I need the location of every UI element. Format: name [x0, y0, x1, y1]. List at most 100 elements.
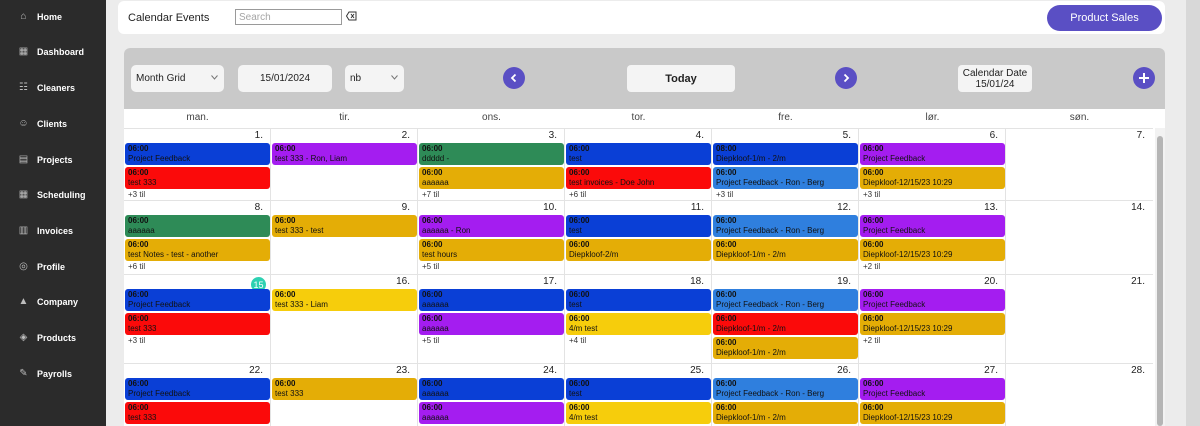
more-events-link[interactable]: +4 til — [569, 336, 586, 345]
calendar-event[interactable]: 06:00 test 333 — [272, 378, 417, 400]
calendar-event[interactable]: 08:00 Diepkloof-1/m - 2/m — [713, 143, 858, 165]
event-title: Diepkloof-1/m - 2/m — [716, 154, 786, 163]
day-cell[interactable] — [1006, 274, 1152, 363]
event-time: 06:00 — [863, 240, 884, 249]
calendar-event[interactable]: 06:00 test 333 — [125, 167, 270, 189]
calendar-event[interactable]: 06:00 test hours — [419, 239, 564, 261]
more-events-link[interactable]: +5 til — [422, 336, 439, 345]
calendar-event[interactable]: 06:00 Diepkloof-1/m - 2/m — [713, 239, 858, 261]
calendar-event[interactable]: 06:00 aaaaaa — [419, 313, 564, 335]
nav-item-projects[interactable]: ▤ Projects — [0, 148, 106, 172]
calendar-event[interactable]: 06:00 Diepkloof-12/15/23 10:29 — [860, 239, 1005, 261]
calendar-event[interactable]: 06:00 Project Feedback — [860, 289, 1005, 311]
more-events-link[interactable]: +2 til — [863, 262, 880, 271]
calendar-event[interactable]: 06:00 Project Feedback — [125, 378, 270, 400]
calendar-event[interactable]: 06:00 Project Feedback - Ron - Berg — [713, 167, 858, 189]
calendar-event[interactable]: 06:00 test — [566, 215, 711, 237]
more-events-link[interactable]: +3 til — [716, 190, 733, 199]
event-title: test 333 — [275, 389, 304, 398]
more-events-link[interactable]: +5 til — [422, 262, 439, 271]
day-cell[interactable] — [271, 274, 417, 363]
calendar-event[interactable]: 06:00 Diepkloof-1/m - 2/m — [713, 337, 858, 359]
event-time: 06:00 — [569, 240, 590, 249]
calendar-event[interactable]: 06:00 test 333 - test — [272, 215, 417, 237]
nav-item-company[interactable]: ▲ Company — [0, 290, 106, 314]
event-time: 06:00 — [422, 216, 443, 225]
clients-icon: ☺ — [18, 118, 29, 129]
event-time: 06:00 — [422, 168, 443, 177]
event-time: 06:00 — [569, 379, 590, 388]
calendar-event[interactable]: 06:00 aaaaaa - Ron — [419, 215, 564, 237]
calendar-event[interactable]: 06:00 test 333 - Liam — [272, 289, 417, 311]
nav-item-home[interactable]: ⌂ Home — [0, 5, 106, 29]
view-select[interactable]: Month Grid — [131, 65, 224, 92]
nav-item-profile[interactable]: ◎ Profile — [0, 255, 106, 279]
more-events-link[interactable]: +2 til — [863, 336, 880, 345]
calendar-event[interactable]: 06:00 Diepkloof-1/m - 2/m — [713, 402, 858, 424]
calendar-event[interactable]: 06:00 aaaaaa — [125, 215, 270, 237]
calendar-event[interactable]: 06:00 Project Feedback — [125, 143, 270, 165]
calendar-event[interactable]: 06:00 Diepkloof-12/15/23 10:29 — [860, 167, 1005, 189]
event-time: 06:00 — [422, 314, 443, 323]
today-button[interactable]: Today — [627, 65, 735, 92]
calendar-event[interactable]: 06:00 Diepkloof-12/15/23 10:29 — [860, 402, 1005, 424]
date-picker[interactable]: 15/01/2024 — [238, 65, 332, 92]
calendar-event[interactable]: 06:00 Project Feedback - Ron - Berg — [713, 215, 858, 237]
product-sales-button[interactable]: Product Sales — [1047, 5, 1162, 31]
prev-month-button[interactable] — [503, 67, 525, 89]
day-number: 1. — [254, 130, 263, 141]
nav-item-products[interactable]: ◈ Products — [0, 326, 106, 350]
search-input[interactable] — [235, 9, 342, 25]
calendar-event[interactable]: 06:00 Project Feedback — [860, 378, 1005, 400]
calendar-event[interactable]: 06:00 test 333 — [125, 313, 270, 335]
more-events-link[interactable]: +7 til — [422, 190, 439, 199]
nav-item-dashboard[interactable]: ▦ Dashboard — [0, 40, 106, 64]
nav-item-cleaners[interactable]: ☷ Cleaners — [0, 76, 106, 100]
calendar-event[interactable]: 06:00 Diepkloof-12/15/23 10:29 — [860, 313, 1005, 335]
calendar-event[interactable]: 06:00 test — [566, 143, 711, 165]
calendar-event[interactable]: 06:00 Diepkloof-2/m — [566, 239, 711, 261]
calendar-event[interactable]: 06:00 Diepkloof-1/m - 2/m — [713, 313, 858, 335]
calendar-event[interactable]: 06:00 Project Feedback — [125, 289, 270, 311]
calendar-event[interactable]: 06:00 Project Feedback - Ron - Berg — [713, 289, 858, 311]
calendar-event[interactable]: 06:00 Project Feedback - Ron - Berg — [713, 378, 858, 400]
more-events-link[interactable]: +6 til — [128, 262, 145, 271]
calendar-event[interactable]: 06:00 4/m test — [566, 313, 711, 335]
calendar-event[interactable]: 06:00 test invoices - Doe John — [566, 167, 711, 189]
calendar-scroll-thumb[interactable] — [1157, 136, 1163, 426]
event-title: Project Feedback — [863, 154, 926, 163]
day-number: 22. — [249, 365, 263, 376]
calendar-event[interactable]: 06:00 test Notes - test - another — [125, 239, 270, 261]
nav-label: Payrolls — [37, 369, 73, 379]
calendar-event[interactable]: 06:00 aaaaaa — [419, 289, 564, 311]
calendar-event[interactable]: 06:00 aaaaaa — [419, 402, 564, 424]
more-events-link[interactable]: +3 til — [863, 190, 880, 199]
nav-item-invoices[interactable]: ▥ Invoices — [0, 219, 106, 243]
calendar-event[interactable]: 06:00 4/m test — [566, 402, 711, 424]
nav-label: Products — [37, 333, 77, 343]
calendar-event[interactable]: 06:00 ddddd - — [419, 143, 564, 165]
calendar-event[interactable]: 06:00 test 333 - Ron, Liam — [272, 143, 417, 165]
more-events-link[interactable]: +3 til — [128, 336, 145, 345]
add-event-button[interactable] — [1133, 67, 1155, 89]
nav-item-payrolls[interactable]: ✎ Payrolls — [0, 362, 106, 386]
calendar-event[interactable]: 06:00 test — [566, 289, 711, 311]
event-title: test 333 - Ron, Liam — [275, 154, 348, 163]
calendar-event[interactable]: 06:00 Project Feedback — [860, 143, 1005, 165]
calendar-event[interactable]: 06:00 test — [566, 378, 711, 400]
language-select[interactable]: nb — [345, 65, 404, 92]
clear-search-icon[interactable] — [346, 11, 357, 21]
nav-item-clients[interactable]: ☺ Clients — [0, 112, 106, 136]
calendar-event[interactable]: 06:00 aaaaaa — [419, 378, 564, 400]
next-month-button[interactable] — [835, 67, 857, 89]
calendar-event[interactable]: 06:00 aaaaaa — [419, 167, 564, 189]
more-events-link[interactable]: +6 til — [569, 190, 586, 199]
nav-item-scheduling[interactable]: ▦ Scheduling — [0, 183, 106, 207]
calendar-event[interactable]: 06:00 Project Feedback — [860, 215, 1005, 237]
day-number: 9. — [401, 202, 410, 213]
event-title: Diepkloof-1/m - 2/m — [716, 250, 786, 259]
payrolls-icon: ✎ — [19, 368, 28, 379]
window-scrollbar[interactable] — [1186, 0, 1200, 426]
calendar-event[interactable]: 06:00 test 333 — [125, 402, 270, 424]
more-events-link[interactable]: +3 til — [128, 190, 145, 199]
